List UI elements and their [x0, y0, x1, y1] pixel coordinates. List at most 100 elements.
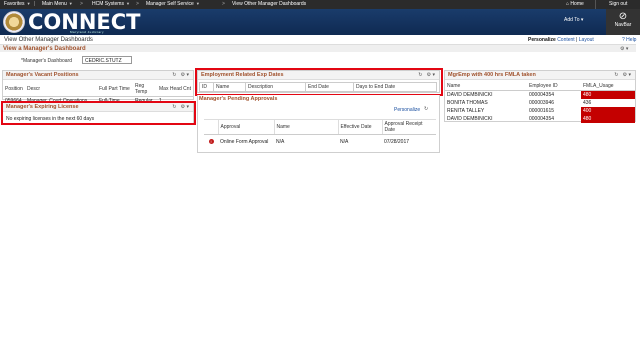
- gear-icon[interactable]: ⚙ ▾: [623, 72, 631, 78]
- pagelet-title: Manager's Pending Approvals: [199, 96, 278, 102]
- cell-fmla-usage: 436: [583, 100, 592, 106]
- pagelet-title: MgrEmp with 400 hrs FMLA taken: [448, 72, 536, 78]
- table-row: DAVID DEMBINICKI 000004354 480: [445, 90, 635, 99]
- menu-label: Main Menu: [42, 1, 67, 7]
- cell-fmla-usage: 400: [581, 107, 635, 115]
- personalize-layout-link[interactable]: Layout: [579, 37, 594, 43]
- column-header: Name: [445, 82, 527, 91]
- menu-separator: >: [80, 1, 83, 7]
- refresh-icon[interactable]: ↻: [172, 72, 176, 78]
- fmla-table: Name Employee ID FMLA_Usage DAVID DEMBIN…: [445, 82, 635, 123]
- personalize-content-link[interactable]: Content: [557, 37, 575, 43]
- cell-employee-id: 000004354: [529, 92, 555, 98]
- add-to-menu[interactable]: Add To ▾: [564, 17, 583, 23]
- menu-label: Manager Self Service: [146, 1, 194, 7]
- chevron-down-icon: ▼: [195, 1, 200, 6]
- signout-link[interactable]: Sign out: [609, 1, 627, 7]
- judiciary-seal-logo: [3, 11, 25, 33]
- fmla-pagelet: MgrEmp with 400 hrs FMLA taken ↻ ⚙ ▾ Nam…: [444, 70, 636, 123]
- gear-icon[interactable]: ⚙ ▾: [620, 46, 628, 52]
- logo-subtitle: Maryland Judiciary: [70, 30, 105, 34]
- column-header: Max Head Cnt: [157, 82, 193, 97]
- menu-separator: >: [136, 1, 139, 7]
- cell-name: RENITA TALLEY: [447, 108, 485, 114]
- column-header: FMLA_Usage: [581, 82, 635, 91]
- chevron-down-icon: ▼: [68, 1, 73, 6]
- column-header: Effective Date: [338, 119, 383, 135]
- column-header: Employee ID: [527, 82, 581, 91]
- cell-effective-date: N/A: [340, 138, 349, 145]
- pagelet-header: Manager's Pending Approvals: [198, 95, 439, 104]
- navbar-compass-icon: ⊘: [618, 11, 628, 22]
- pagelet-controls: ↻ ⚙ ▾: [172, 72, 189, 78]
- cell-employee-id: 000003946: [529, 100, 555, 106]
- home-icon: ⌂: [566, 1, 570, 7]
- help-icon: ?: [622, 37, 625, 43]
- menu-hcm[interactable]: HCM Systems ▼: [92, 1, 130, 7]
- page-breadcrumb: View Other Manager Dashboards: [4, 37, 93, 43]
- divider: [595, 0, 596, 9]
- menu-favorites[interactable]: Favorites ▼: [4, 1, 31, 7]
- cell-name: DAVID DEMBINICKI: [447, 92, 493, 98]
- personalize-label: Personalize: [528, 37, 556, 43]
- menu-label: Favorites: [4, 1, 25, 7]
- personalize-links: Personalize Content | Layout: [528, 37, 594, 43]
- cell-fmla-usage: 480: [581, 90, 635, 99]
- page-title: View a Manager's Dashboard: [3, 46, 86, 52]
- manager-dashboard-label: *Manager's Dashboard: [21, 58, 72, 64]
- cell-name: DAVID DEMBINICKI: [447, 116, 493, 122]
- approvals-table: Approval Name Effective Date Approval Re…: [204, 119, 436, 149]
- highlight-outline: [195, 68, 443, 96]
- table-header-row: Name Employee ID FMLA_Usage: [445, 82, 635, 91]
- cell-name: N/A: [276, 138, 285, 145]
- branding-header: CONNECT Maryland Judiciary Add To ▾ ⊘ Na…: [0, 9, 640, 35]
- column-header: Reg Temp: [133, 82, 157, 97]
- column-header: Approval Receipt Date: [382, 119, 436, 135]
- navbar-button[interactable]: ⊘ NavBar: [606, 9, 640, 35]
- warning-icon: !: [208, 138, 214, 144]
- table-header-row: Position Descr Full Part Time Reg Temp M…: [3, 82, 193, 97]
- cell-employee-id: 000004354: [529, 116, 555, 122]
- menu-main[interactable]: Main Menu ▼: [42, 1, 73, 7]
- column-header: Position: [3, 82, 25, 97]
- cell-approval[interactable]: Online Form Approval: [218, 135, 274, 149]
- pagelet-header: Manager's Vacant Positions ↻ ⚙ ▾: [3, 71, 193, 80]
- menu-manager-self-service[interactable]: Manager Self Service ▼: [146, 1, 200, 7]
- vacant-positions-pagelet: Manager's Vacant Positions ↻ ⚙ ▾ Positio…: [2, 70, 194, 104]
- approvals-personalize-link[interactable]: Personalize: [394, 107, 420, 113]
- pagelet-controls: ↻ ⚙ ▾: [614, 72, 631, 78]
- column-header: [204, 119, 219, 135]
- home-label: Home: [570, 1, 584, 7]
- highlight-outline: [1, 101, 196, 125]
- cell-name: BONITA THOMAS: [447, 100, 488, 106]
- chevron-down-icon: ▾: [580, 17, 584, 23]
- cell-receipt-date: 07/28/2017: [384, 138, 410, 145]
- home-link[interactable]: ⌂ Home: [566, 1, 584, 7]
- help-link[interactable]: ? Help: [622, 37, 636, 43]
- table-row: RENITA TALLEY 000001615 400: [445, 107, 635, 115]
- gear-icon[interactable]: ⚙ ▾: [181, 72, 189, 78]
- table-header-row: Approval Name Effective Date Approval Re…: [204, 119, 436, 135]
- menu-view-other-dashboards[interactable]: View Other Manager Dashboards: [232, 1, 306, 7]
- table-row[interactable]: ! Online Form Approval N/A N/A 07/28/201…: [204, 135, 436, 149]
- refresh-icon[interactable]: ↻: [424, 106, 428, 112]
- cell-employee-id: 000001615: [529, 108, 555, 114]
- navbar-label: NavBar: [614, 22, 632, 28]
- pagelet-header: MgrEmp with 400 hrs FMLA taken ↻ ⚙ ▾: [445, 71, 635, 80]
- chevron-down-icon: ▼: [26, 1, 31, 6]
- cell-fmla-usage: 480: [581, 115, 635, 123]
- menu-label: HCM Systems: [92, 1, 124, 7]
- column-header: Full Part Time: [97, 82, 133, 97]
- table-row: DAVID DEMBINICKI 000004354 480: [445, 115, 635, 123]
- help-label: Help: [626, 37, 637, 43]
- column-header: Descr: [25, 82, 97, 97]
- manager-dashboard-input[interactable]: CEDRIC.STUTZ: [82, 56, 132, 64]
- pagelet-title: Manager's Vacant Positions: [6, 72, 79, 78]
- page-title-band: View a Manager's Dashboard ⚙ ▾: [0, 44, 636, 52]
- chevron-down-icon: ▼: [125, 1, 130, 6]
- table-row: BONITA THOMAS 000003946 436: [445, 99, 635, 107]
- pending-approvals-pagelet: Manager's Pending Approvals Personalize …: [197, 95, 440, 153]
- menu-separator: >: [222, 1, 225, 7]
- add-to-label: Add To: [564, 17, 580, 23]
- refresh-icon[interactable]: ↻: [614, 72, 618, 78]
